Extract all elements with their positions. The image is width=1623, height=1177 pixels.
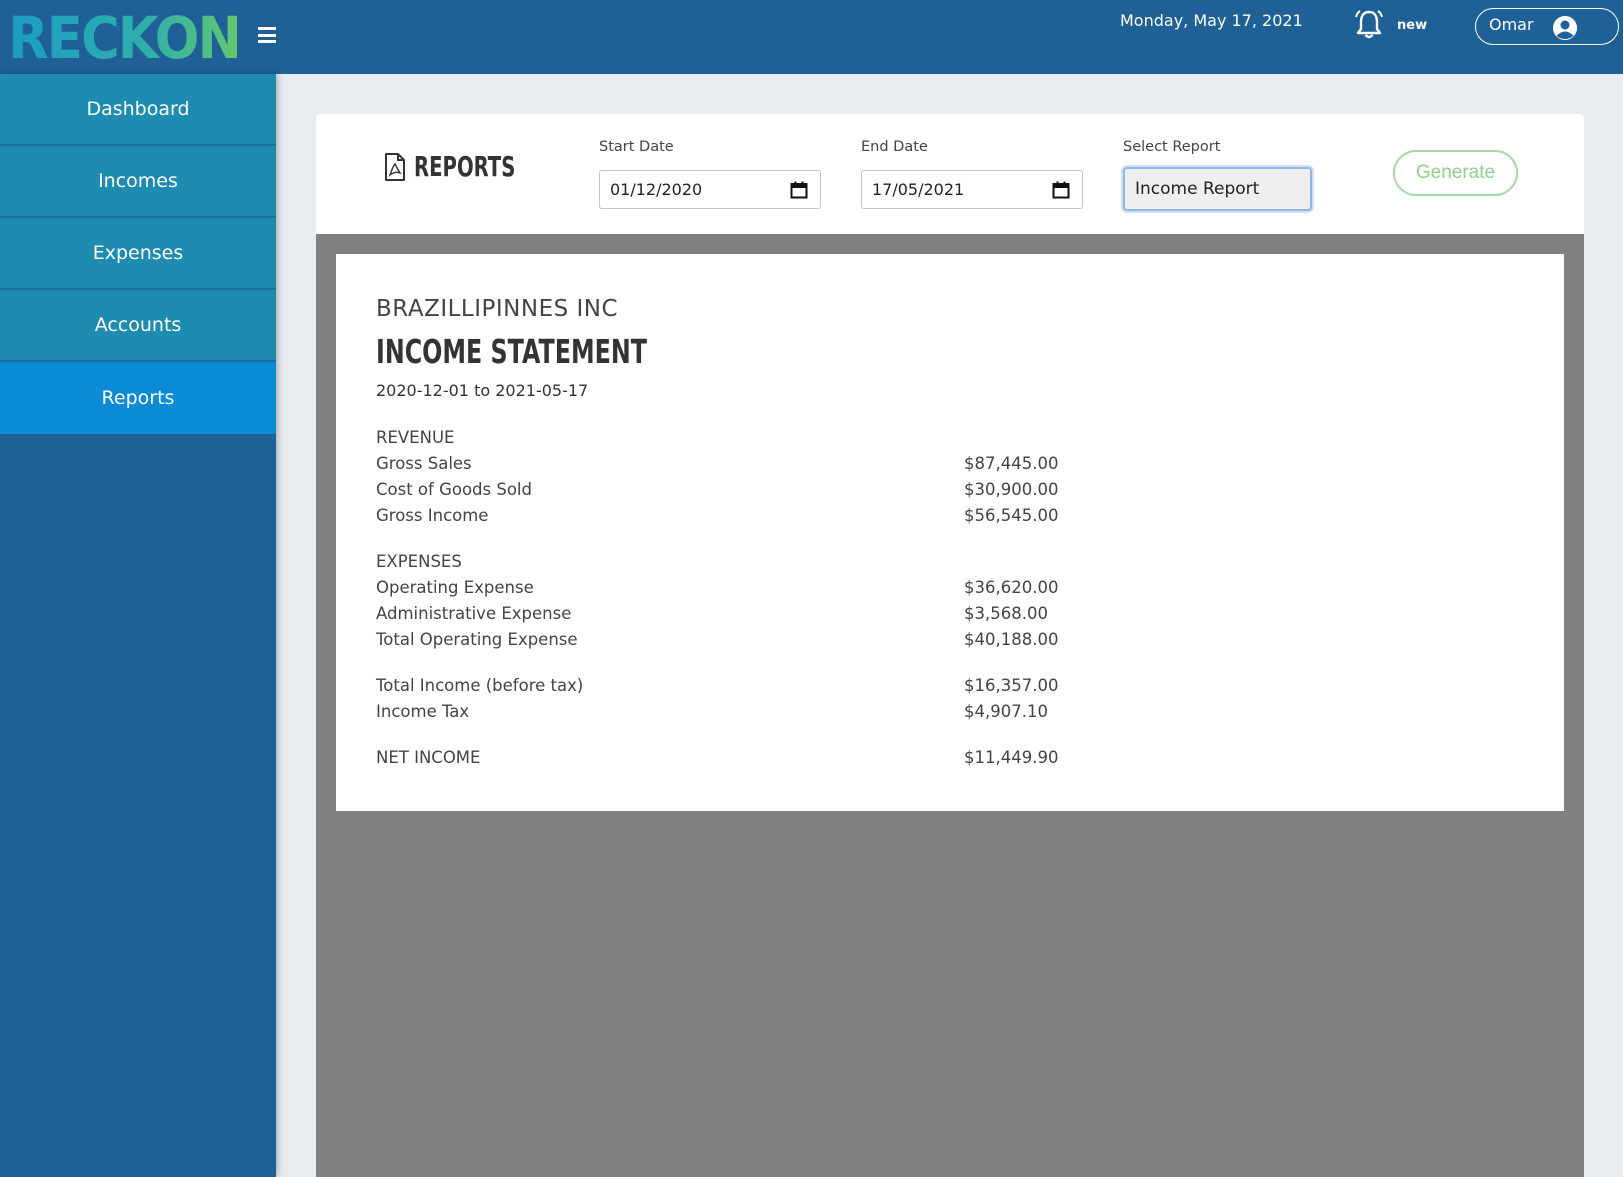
row-label-cogs: Cost of Goods Sold xyxy=(376,480,532,499)
user-menu-button[interactable]: Omar xyxy=(1475,8,1619,45)
sidebar-item-accounts[interactable]: Accounts xyxy=(0,290,276,362)
sidebar-item-incomes[interactable]: Incomes xyxy=(0,146,276,218)
current-date: Monday, May 17, 2021 xyxy=(1120,11,1303,30)
company-name: BRAZILLIPINNES INC xyxy=(376,296,619,322)
pdf-file-icon xyxy=(385,152,405,181)
row-label-operating-expense: Operating Expense xyxy=(376,578,534,597)
row-value-administrative-expense: $3,568.00 xyxy=(964,604,1048,623)
row-label-total-operating-expense: Total Operating Expense xyxy=(376,630,578,649)
sidebar-item-dashboard[interactable]: Dashboard xyxy=(0,74,276,146)
reckon-logo[interactable]: RECKON xyxy=(8,4,248,68)
reports-heading: REPORTS xyxy=(384,150,544,183)
sidebar-item-label: Reports xyxy=(101,387,175,409)
avatar-icon xyxy=(1553,16,1577,40)
menu-toggle-icon[interactable] xyxy=(258,27,276,43)
generate-button[interactable]: Generate xyxy=(1393,150,1518,196)
row-value-gross-sales: $87,445.00 xyxy=(964,454,1059,473)
reports-title: REPORTS xyxy=(414,150,516,183)
expenses-heading: EXPENSES xyxy=(376,552,462,571)
row-label-gross-sales: Gross Sales xyxy=(376,454,472,473)
calendar-icon[interactable] xyxy=(790,181,808,199)
income-statement-document: BRAZILLIPINNES INC INCOME STATEMENT 2020… xyxy=(336,254,1564,811)
reports-filter-card: REPORTS Start Date 01/12/2020 End Date 1… xyxy=(316,114,1584,234)
row-label-net-income: NET INCOME xyxy=(376,748,481,767)
start-date-input[interactable]: 01/12/2020 xyxy=(599,170,821,209)
sidebar-item-label: Accounts xyxy=(94,314,182,336)
top-bar: RECKON Monday, May 17, 2021 new Omar xyxy=(0,0,1623,74)
sidebar-item-reports[interactable]: Reports xyxy=(0,362,276,434)
logo-text: RECKON xyxy=(8,4,240,68)
row-label-income-before-tax: Total Income (before tax) xyxy=(376,676,584,695)
row-value-income-tax: $4,907.10 xyxy=(964,702,1048,721)
row-label-administrative-expense: Administrative Expense xyxy=(376,604,572,623)
end-date-label: End Date xyxy=(861,139,928,155)
statement-period: 2020-12-01 to 2021-05-17 xyxy=(376,381,589,400)
start-date-label: Start Date xyxy=(599,139,674,155)
reckon-logo-mark: RECKON xyxy=(8,4,242,68)
row-label-income-tax: Income Tax xyxy=(376,702,470,721)
row-label-gross-income: Gross Income xyxy=(376,506,489,525)
row-value-income-before-tax: $16,357.00 xyxy=(964,676,1059,695)
sidebar-item-label: Expenses xyxy=(92,242,184,264)
calendar-icon[interactable] xyxy=(1052,181,1070,199)
row-value-net-income: $11,449.90 xyxy=(964,748,1059,767)
sidebar-item-label: Dashboard xyxy=(86,98,190,120)
row-value-gross-income: $56,545.00 xyxy=(964,506,1059,525)
sidebar-item-expenses[interactable]: Expenses xyxy=(0,218,276,290)
sidebar-item-label: Incomes xyxy=(98,170,178,192)
row-value-total-operating-expense: $40,188.00 xyxy=(964,630,1059,649)
end-date-value: 17/05/2021 xyxy=(872,180,965,199)
row-value-operating-expense: $36,620.00 xyxy=(964,578,1059,597)
sidebar: Dashboard Incomes Expenses Accounts Repo… xyxy=(0,74,276,1177)
row-value-cogs: $30,900.00 xyxy=(964,480,1059,499)
report-type-value: Income Report xyxy=(1135,179,1260,199)
start-date-value: 01/12/2020 xyxy=(610,180,703,199)
statement-title: INCOME STATEMENT xyxy=(376,332,647,371)
notification-badge: new xyxy=(1397,18,1428,33)
end-date-input[interactable]: 17/05/2021 xyxy=(861,170,1083,209)
user-name: Omar xyxy=(1489,15,1534,34)
report-type-select[interactable]: Income Report xyxy=(1123,167,1312,211)
revenue-heading: REVENUE xyxy=(376,428,455,447)
report-viewer: BRAZILLIPINNES INC INCOME STATEMENT 2020… xyxy=(316,234,1584,1177)
select-report-label: Select Report xyxy=(1123,139,1221,155)
notification-bell-icon[interactable] xyxy=(1352,8,1386,42)
